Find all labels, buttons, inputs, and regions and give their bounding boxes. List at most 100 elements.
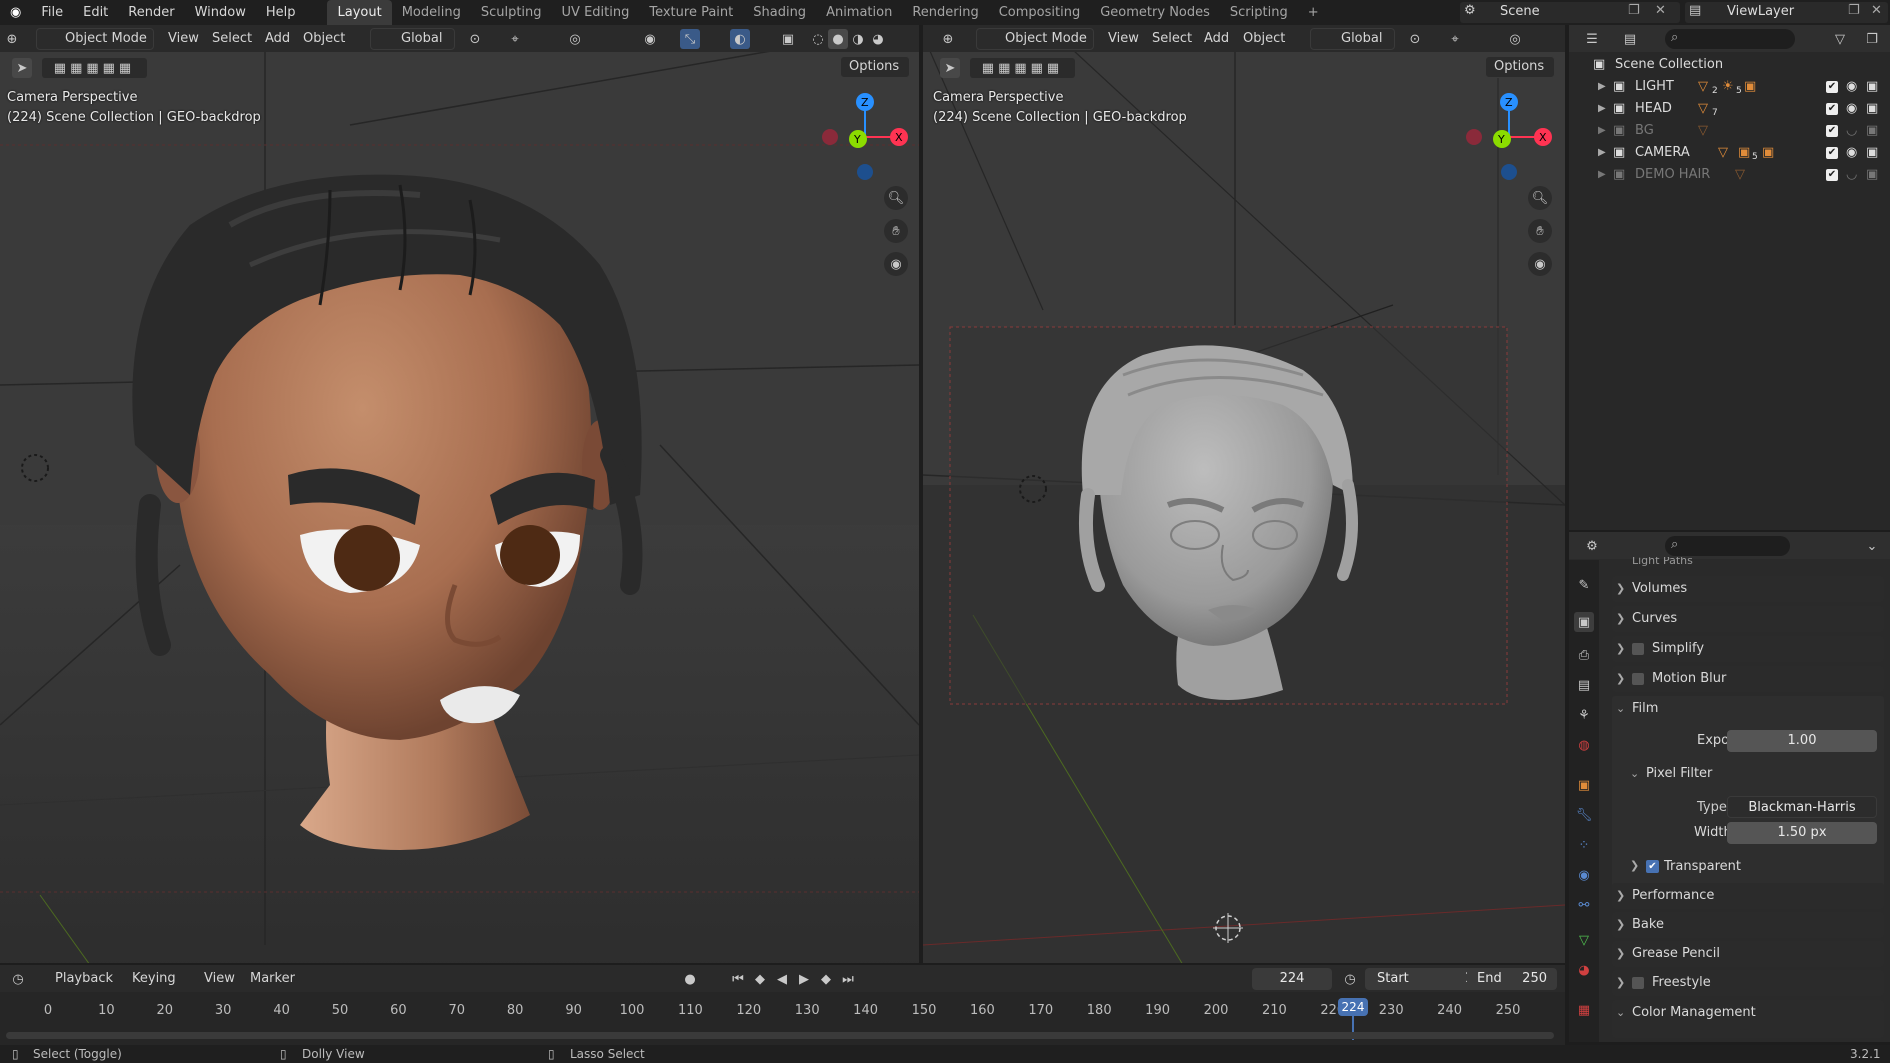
menu-view-left[interactable]: View [168, 28, 199, 50]
proportional-icon[interactable]: ◎ [565, 29, 585, 49]
tab-shading[interactable]: Shading [743, 0, 816, 25]
exposure-field[interactable]: 1.00 [1727, 730, 1877, 752]
add-workspace-button[interactable]: + [1298, 0, 1329, 25]
playhead-badge[interactable]: 224 [1338, 998, 1368, 1016]
visibility-icon[interactable]: ◉ [640, 29, 660, 49]
constraints-tab-icon[interactable]: ⚯ [1574, 895, 1594, 915]
object-mode-dropdown-right[interactable]: Object Mode [976, 28, 1094, 50]
menu-select-right[interactable]: Select [1152, 28, 1192, 50]
snap-icon-right[interactable]: ⌖ [1445, 29, 1465, 49]
wireframe-shading-icon[interactable]: ◌ [808, 29, 828, 49]
pivot-icon-right[interactable]: ⊙ [1405, 29, 1425, 49]
transparent-checkbox[interactable]: ✔ [1646, 860, 1659, 873]
prev-keyframe-icon[interactable]: ◆ [750, 969, 770, 989]
eye-icon[interactable]: ◉ [1846, 98, 1857, 120]
close-scene-icon[interactable]: ✕ [1655, 3, 1666, 18]
eye-icon[interactable]: ◉ [1846, 76, 1857, 98]
material-shading-icon[interactable]: ◑ [848, 29, 868, 49]
tab-rendering[interactable]: Rendering [902, 0, 988, 25]
filter-width-field[interactable]: 1.50 px [1727, 822, 1877, 844]
expand-arrow-icon[interactable]: ▶ [1598, 98, 1606, 120]
close-viewlayer-icon[interactable]: ✕ [1871, 3, 1882, 18]
transform-orientation-dropdown[interactable]: Global [370, 28, 455, 50]
texture-tab-icon[interactable]: ▦ [1574, 1000, 1594, 1020]
camera-render-icon[interactable]: ▣ [1866, 98, 1878, 120]
modifier-tab-icon[interactable]: 🔧︎ [1574, 805, 1594, 825]
pan-hand-icon-right[interactable]: ✋︎ [1528, 219, 1552, 243]
menu-window[interactable]: Window [185, 0, 256, 25]
scene-selector[interactable]: ⚙ Scene ❐ ✕ [1460, 2, 1680, 23]
view-layer-tab-icon[interactable]: ▤ [1574, 675, 1594, 695]
select-mode-icons-right[interactable]: ▦▦▦▦▦ [970, 58, 1075, 78]
outliner-item-head[interactable]: ▶ ▣ HEAD ▽ 7 ✔ ◉ ▣ [1590, 98, 1885, 120]
tab-scripting[interactable]: Scripting [1220, 0, 1298, 25]
eye-icon[interactable]: ◉ [1846, 142, 1857, 164]
editor-type-icon[interactable]: ⊕ [2, 29, 22, 49]
expand-arrow-icon[interactable]: ▶ [1598, 120, 1606, 142]
tab-uv-editing[interactable]: UV Editing [552, 0, 640, 25]
filter-type-dropdown[interactable]: Blackman-Harris [1727, 796, 1877, 818]
menu-select-left[interactable]: Select [212, 28, 252, 50]
camera-render-icon[interactable]: ▣ [1866, 142, 1878, 164]
select-tool-icon[interactable]: ➤ [12, 58, 32, 78]
properties-options-icon[interactable]: ⌄ [1862, 536, 1882, 556]
outliner-item-demo-hair[interactable]: ▶ ▣ DEMO HAIR ▽ ✔ ◡ ▣ [1590, 164, 1885, 186]
material-tab-icon[interactable]: ◕ [1574, 960, 1594, 980]
jump-start-icon[interactable]: ⏮ [728, 969, 748, 989]
timeline-scrollbar[interactable] [6, 1032, 1554, 1039]
expand-arrow-icon[interactable]: ▶ [1598, 164, 1606, 186]
select-mode-icons[interactable]: ▦▦▦▦▦ [42, 58, 147, 78]
display-mode-icon[interactable]: ▤ [1620, 29, 1640, 49]
tab-sculpting[interactable]: Sculpting [471, 0, 552, 25]
viewport-left[interactable] [0, 25, 919, 963]
properties-search-input[interactable]: ⌕ [1665, 536, 1790, 556]
section-color-management[interactable]: ⌄ Color Management [1612, 1000, 1884, 1038]
outliner-item-bg[interactable]: ▶ ▣ BG ▽ ✔ ◡ ▣ [1590, 120, 1885, 142]
world-tab-icon[interactable]: ◍ [1574, 735, 1594, 755]
exclude-checkbox[interactable]: ✔ [1826, 169, 1838, 181]
timeline-editor-icon[interactable]: ◷ [8, 969, 28, 989]
object-tab-icon[interactable]: ▣ [1574, 775, 1594, 795]
filter-icon[interactable]: ▽ [1830, 29, 1850, 49]
play-reverse-icon[interactable]: ◀ [772, 969, 792, 989]
overlay-icon[interactable]: ◐ [730, 29, 750, 49]
next-keyframe-icon[interactable]: ◆ [816, 969, 836, 989]
physics-tab-icon[interactable]: ◉ [1574, 865, 1594, 885]
menu-view-right[interactable]: View [1108, 28, 1139, 50]
gizmo-icon[interactable]: ⤡ [680, 29, 700, 49]
proportional-icon-right[interactable]: ◎ [1505, 29, 1525, 49]
section-film[interactable]: ⌄ Film Exposure 1.00 ⌄ Pixel Filter Type… [1612, 696, 1884, 901]
tab-layout[interactable]: Layout [327, 0, 392, 25]
xray-icon[interactable]: ▣ [778, 29, 798, 49]
play-icon[interactable]: ▶ [794, 969, 814, 989]
outliner-editor-icon[interactable]: ☰ [1582, 29, 1602, 49]
tab-animation[interactable]: Animation [816, 0, 902, 25]
section-bake[interactable]: ❯ Bake [1612, 912, 1884, 938]
copy-scene-icon[interactable]: ❐ [1628, 3, 1640, 18]
zoom-icon-left[interactable]: 🔍︎ [884, 186, 908, 210]
simplify-checkbox[interactable] [1632, 643, 1644, 655]
menu-add-right[interactable]: Add [1204, 28, 1229, 50]
solid-shading-icon[interactable]: ● [828, 29, 848, 49]
particles-tab-icon[interactable]: ⁘ [1574, 835, 1594, 855]
options-dropdown-left[interactable]: Options [840, 56, 910, 78]
menu-edit[interactable]: Edit [73, 0, 118, 25]
section-motion-blur[interactable]: ❯ Motion Blur [1612, 666, 1884, 692]
menu-render[interactable]: Render [118, 0, 184, 25]
render-tab-icon[interactable]: ▣ [1574, 612, 1594, 632]
transform-orientation-dropdown-right[interactable]: Global [1310, 28, 1395, 50]
rendered-shading-icon[interactable]: ◕ [868, 29, 888, 49]
select-tool-icon-right[interactable]: ➤ [940, 58, 960, 78]
tab-texture-paint[interactable]: Texture Paint [639, 0, 743, 25]
outliner-item-camera[interactable]: ▶ ▣ CAMERA ▽ ▣ 5 ▣ ✔ ◉ ▣ [1590, 142, 1885, 164]
copy-viewlayer-icon[interactable]: ❐ [1848, 3, 1860, 18]
camera-view-icon-right[interactable]: ◉ [1528, 252, 1552, 276]
motion-blur-checkbox[interactable] [1632, 673, 1644, 685]
section-volumes[interactable]: ❯ Volumes [1612, 576, 1884, 602]
tab-geometry-nodes[interactable]: Geometry Nodes [1090, 0, 1220, 25]
navigation-gizmo-right[interactable]: Z X Y [1462, 92, 1562, 192]
editor-type-icon-right[interactable]: ⊕ [938, 29, 958, 49]
camera-render-icon[interactable]: ▣ [1866, 76, 1878, 98]
section-light-paths[interactable]: Light Paths [1632, 557, 1693, 567]
freestyle-checkbox[interactable] [1632, 977, 1644, 989]
